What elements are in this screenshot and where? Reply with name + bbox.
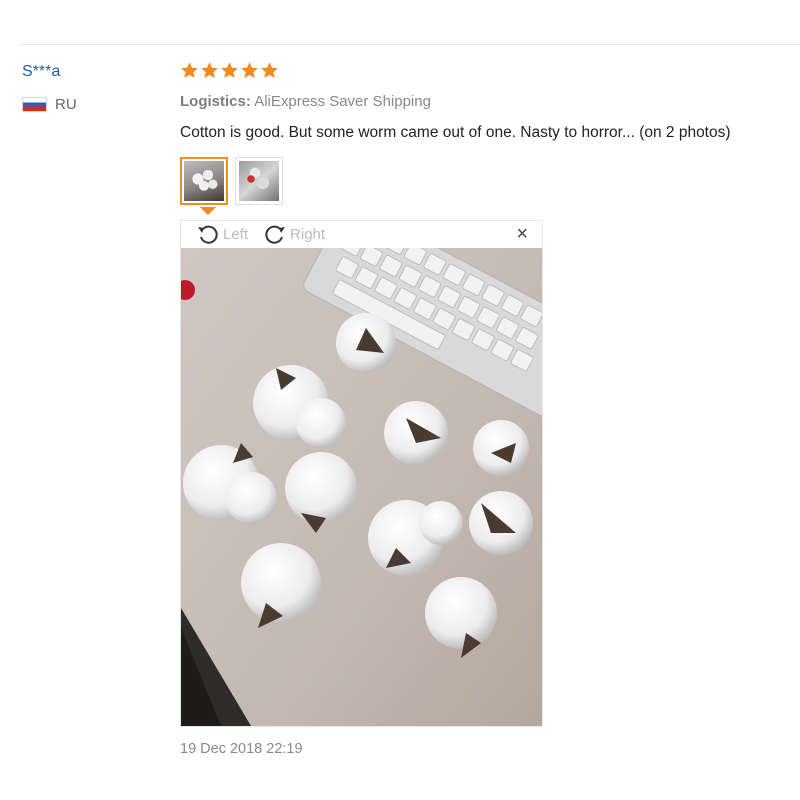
divider bbox=[21, 44, 800, 45]
reviewer-country: RU bbox=[22, 96, 77, 113]
star-rating bbox=[180, 61, 279, 80]
photo-thumbnails bbox=[180, 157, 283, 205]
photo-thumbnail-2[interactable] bbox=[235, 157, 283, 205]
star-icon bbox=[201, 62, 218, 79]
thumbnail-image bbox=[239, 161, 279, 201]
rotate-right-icon bbox=[265, 225, 286, 244]
logistics-info: Logistics: AliExpress Saver Shipping bbox=[180, 93, 431, 110]
rotate-left-label: Left bbox=[223, 226, 249, 243]
logistics-value: AliExpress Saver Shipping bbox=[254, 93, 431, 110]
country-code: RU bbox=[55, 96, 77, 113]
cotton-photo-image bbox=[181, 248, 542, 726]
rotate-right-button[interactable]: Right bbox=[262, 222, 325, 248]
review-timestamp: 19 Dec 2018 22:19 bbox=[180, 741, 303, 757]
review-text: Cotton is good. But some worm came out o… bbox=[180, 124, 731, 141]
star-icon bbox=[261, 62, 278, 79]
viewer-toolbar: Left Right × bbox=[181, 221, 542, 248]
photo-thumbnail-1[interactable] bbox=[180, 157, 228, 205]
selected-caret-icon bbox=[200, 207, 216, 215]
reviewer-name[interactable]: S***a bbox=[22, 63, 60, 81]
close-icon[interactable]: × bbox=[516, 224, 528, 244]
review-page: S***a RU Logistics: AliExpress Saver Shi… bbox=[0, 0, 800, 800]
thumbnail-image bbox=[184, 161, 224, 201]
star-icon bbox=[241, 62, 258, 79]
review-photo bbox=[181, 248, 542, 726]
rotate-right-label: Right bbox=[290, 226, 326, 243]
russia-flag-icon bbox=[22, 97, 47, 112]
rotate-left-icon bbox=[198, 225, 218, 244]
star-icon bbox=[181, 62, 198, 79]
logistics-label: Logistics: bbox=[180, 93, 251, 110]
star-icon bbox=[221, 62, 238, 79]
rotate-left-button[interactable]: Left bbox=[195, 222, 248, 248]
photo-viewer: Left Right × bbox=[180, 220, 543, 727]
